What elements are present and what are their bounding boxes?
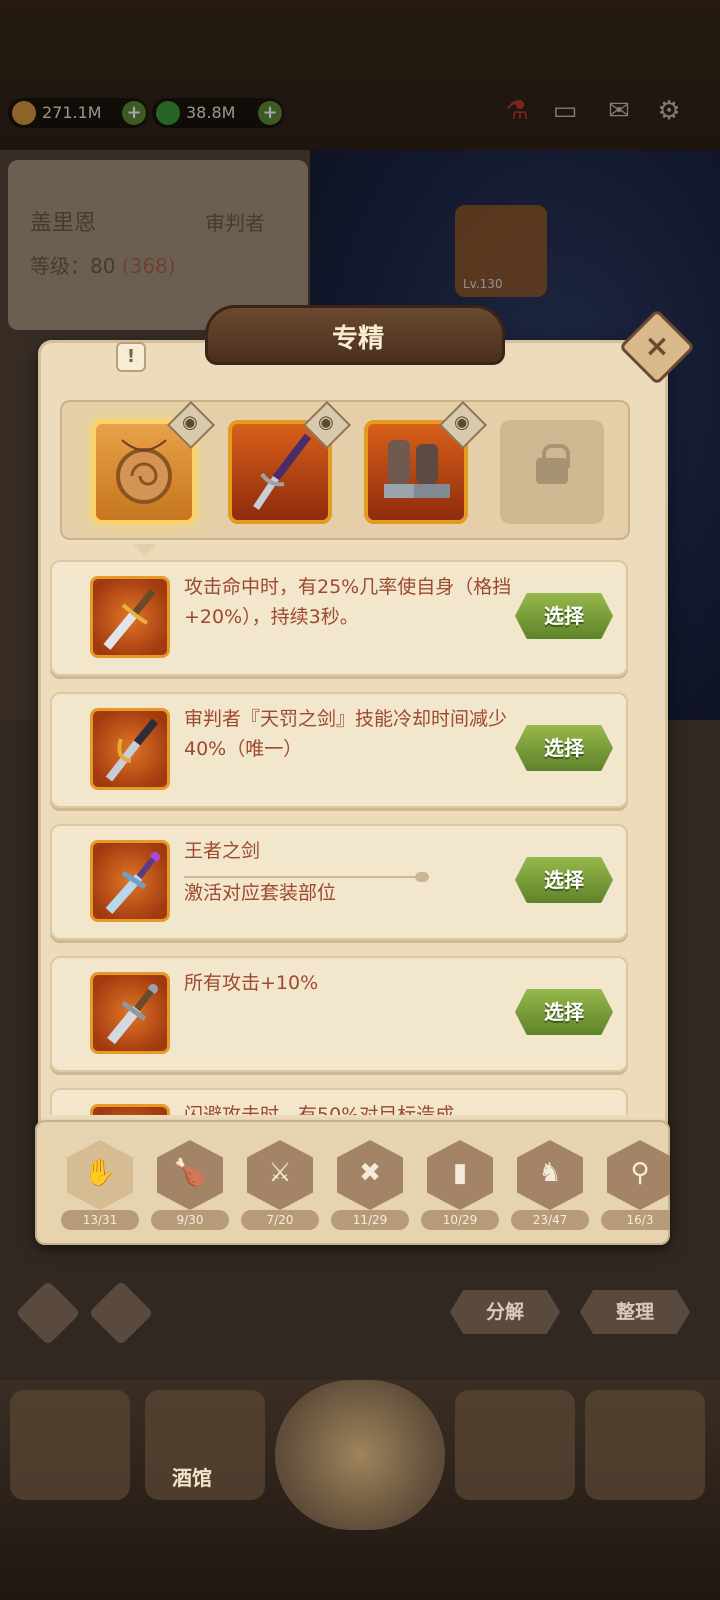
bottom-nav: 酒馆 [0,1380,720,1600]
select-button[interactable]: 选择 [515,593,613,639]
slot-amulet[interactable]: ◉ [92,400,216,524]
select-button[interactable]: 选择 [515,989,613,1035]
book-icon: ▮ [452,1158,468,1188]
nav-house[interactable] [10,1390,130,1500]
option-card: 王者之剑 激活对应套装部位 选择 [50,824,628,940]
option-list[interactable]: 攻击命中时，有25%几率使自身（格挡+20%），持续3秒。 选择 审判者『天罚之… [50,560,630,1115]
eye-icon: ◉ [182,412,198,433]
nav-forge[interactable] [585,1390,705,1500]
tab-sword[interactable]: ⚔ 7/20 [241,1140,319,1230]
tab-helmet[interactable]: ♞ 23/47 [511,1140,589,1230]
sword-slash-icon: ⚔ [268,1158,292,1188]
lock-icon [536,444,570,484]
tab-count: 23/47 [511,1210,589,1230]
amulet-icon [116,439,172,504]
ring-icon: ⚲ [630,1158,650,1188]
eye-icon: ◉ [318,412,334,433]
option-icon [90,840,170,922]
tab-ring[interactable]: ⚲ 16/3 [601,1140,670,1230]
sword-icon [253,433,312,510]
category-tabs: ✋ 13/31 🍗 9/30 ⚔ 7/20 ✖ 11/29 ▮ 10/29 ♞ … [35,1120,670,1245]
eye-icon: ◉ [454,412,470,433]
option-card: 攻击命中时，有25%几率使自身（格挡+20%），持续3秒。 选择 [50,560,628,676]
option-text: 攻击命中时，有25%几率使自身（格挡+20%），持续3秒。 [184,576,512,628]
select-button[interactable]: 选择 [515,725,613,771]
boots-icon [384,440,450,498]
nav-adventure[interactable] [275,1380,445,1530]
equipment-slots: ◉ ◉ ◉ [60,400,630,540]
option-card: 审判者『天罚之剑』技能冷却时间减少40%（唯一） 选择 [50,692,628,808]
slot-locked[interactable] [500,420,604,524]
option-icon [90,972,170,1054]
glove-icon: ✋ [83,1158,117,1188]
tab-count: 7/20 [241,1210,319,1230]
option-title: 王者之剑 [184,840,261,862]
specialization-modal: 专精 × ! ◉ ◉ ◉ 攻击命中时，有25%几率使自身（格挡+20%），持续3… [30,305,696,1260]
info-button[interactable]: ! [116,342,146,372]
tab-shield[interactable]: ✖ 11/29 [331,1140,409,1230]
option-text: 审判者『天罚之剑』技能冷却时间减少40%（唯一） [184,708,508,760]
title-banner: 专精 [205,305,505,365]
option-text: 所有攻击+10% [184,972,319,994]
modal-title: 专精 [331,324,384,354]
tab-glove[interactable]: ✋ 13/31 [61,1140,139,1230]
nav-tavern-label: 酒馆 [172,1466,212,1490]
slot-sword[interactable]: ◉ [228,400,352,524]
helmet-icon: ♞ [538,1158,562,1188]
option-icon [90,576,170,658]
decompose-button[interactable]: 分解 [450,1290,560,1334]
partial-icon [90,1104,170,1115]
option-card: 所有攻击+10% 选择 [50,956,628,1072]
shield-cross-icon: ✖ [359,1158,381,1188]
tab-count: 13/31 [61,1210,139,1230]
tab-count: 11/29 [331,1210,409,1230]
royal-sword-icon [105,852,160,914]
organize-button[interactable]: 整理 [580,1290,690,1334]
short-sword-icon [107,984,158,1045]
tab-count: 9/30 [151,1210,229,1230]
tab-book[interactable]: ▮ 10/29 [421,1140,499,1230]
select-button[interactable]: 选择 [515,857,613,903]
nav-chest[interactable] [455,1390,575,1500]
slot-pointer [133,544,157,556]
close-icon[interactable]: × [634,324,680,370]
option-text: 闪避攻击时，有50%对目标造成 [184,1104,455,1115]
slot-boots[interactable]: ◉ [364,400,488,524]
option-icon [90,708,170,790]
tab-drumstick[interactable]: 🍗 9/30 [151,1140,229,1230]
tab-count: 10/29 [421,1210,499,1230]
dagger-icon [103,588,156,650]
drumstick-icon: 🍗 [173,1158,207,1188]
option-subtitle: 激活对应套装部位 [184,882,337,904]
option-card: 闪避攻击时，有50%对目标造成 [50,1088,628,1115]
tab-count: 16/3 [601,1210,670,1230]
trident-dagger-icon [105,718,159,782]
